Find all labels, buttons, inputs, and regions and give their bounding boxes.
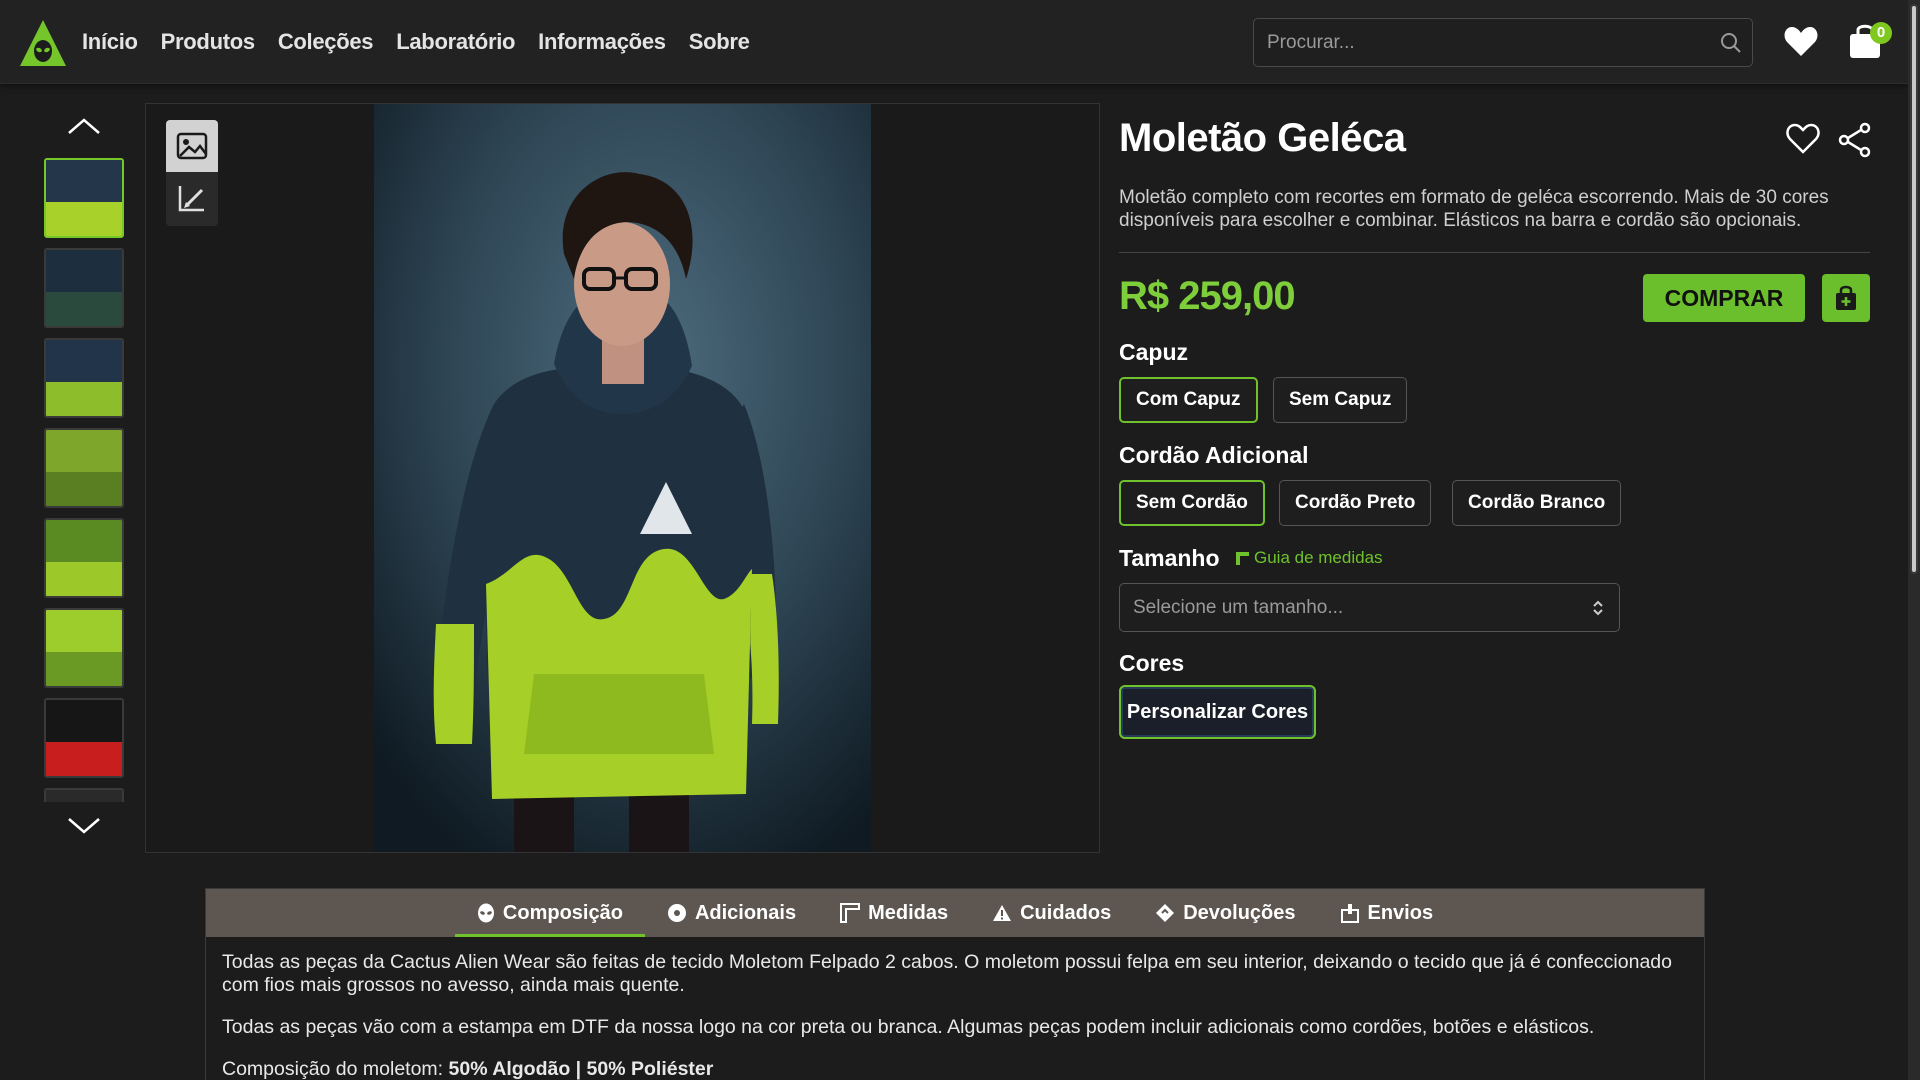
size-select-placeholder: Selecione um tamanho... xyxy=(1133,597,1344,618)
tab-adicionais-label: Adicionais xyxy=(694,901,797,924)
design-view-button[interactable] xyxy=(166,172,218,224)
tab-composicao[interactable]: Composição xyxy=(454,889,645,937)
cordao-label: Cordão Adicional xyxy=(1119,442,1309,468)
option-cordao-preto[interactable]: Cordão Preto xyxy=(1279,480,1432,526)
tab-envios[interactable]: Envios xyxy=(1318,889,1456,937)
thumbnail-1[interactable] xyxy=(44,158,124,238)
share-icon[interactable] xyxy=(1838,122,1872,158)
product-title: Moletão Geléca xyxy=(1119,116,1406,160)
search-icon[interactable] xyxy=(1720,32,1742,54)
tab-devolucoes-label: Devoluções xyxy=(1183,901,1296,924)
ruler-icon xyxy=(840,903,861,923)
add-bag-icon xyxy=(1836,285,1856,310)
product-description: Moletão completo com recortes em formato… xyxy=(1119,187,1829,231)
thumbnail-4[interactable] xyxy=(44,428,124,508)
size-select[interactable]: Selecione um tamanho... xyxy=(1119,583,1620,632)
chevron-updown-icon xyxy=(1593,600,1603,616)
option-sem-capuz[interactable]: Sem Capuz xyxy=(1273,377,1408,423)
nav-links: Início Produtos Coleções Laboratório Inf… xyxy=(82,0,750,84)
size-guide-label: Guia de medidas xyxy=(1254,548,1383,567)
ruler-icon xyxy=(1236,551,1249,565)
wishlist-heart-icon[interactable] xyxy=(1783,24,1819,58)
thumbnail-7[interactable] xyxy=(44,698,124,778)
composicao-paragraph-1: Todas as peças da Cactus Alien Wear são … xyxy=(222,951,1672,996)
thumbnail-down-arrow-icon[interactable] xyxy=(66,816,102,836)
composicao-paragraph-3: Composição do moletom: 50% Algodão | 50%… xyxy=(222,1058,1692,1080)
cart-count-badge: 0 xyxy=(1870,22,1892,44)
capuz-label: Capuz xyxy=(1119,339,1188,365)
divider xyxy=(1119,252,1870,253)
nav-link-laboratorio[interactable]: Laboratório xyxy=(396,29,515,55)
return-diamond-icon xyxy=(1156,904,1175,922)
tab-adicionais[interactable]: Adicionais xyxy=(645,889,818,937)
tab-medidas-label: Medidas xyxy=(868,901,949,924)
option-sem-cordao[interactable]: Sem Cordão xyxy=(1119,480,1265,526)
tab-composicao-label: Composição xyxy=(502,901,623,924)
tab-envios-label: Envios xyxy=(1367,901,1434,924)
buy-button[interactable]: COMPRAR xyxy=(1643,274,1805,322)
composicao-label: Composição do moletom: xyxy=(222,1058,449,1080)
composicao-content: Todas as peças da Cactus Alien Wear são … xyxy=(222,951,1692,1080)
product-price: R$ 259,00 xyxy=(1119,274,1296,318)
alien-logo-icon[interactable] xyxy=(18,18,68,68)
view-mode-toolbar xyxy=(166,120,218,226)
thumbnail-list xyxy=(44,158,124,802)
product-photo[interactable] xyxy=(374,104,871,852)
product-image-viewer xyxy=(145,103,1100,853)
photo-view-button[interactable] xyxy=(166,120,218,172)
tab-cuidados-label: Cuidados xyxy=(1020,901,1112,924)
edit-pencil-icon xyxy=(178,186,204,212)
tamanho-label: Tamanho xyxy=(1119,545,1220,571)
nav-link-colecoes[interactable]: Coleções xyxy=(278,29,374,55)
page-scrollbar[interactable] xyxy=(1908,0,1920,1080)
package-icon xyxy=(1340,904,1359,923)
tab-cuidados[interactable]: Cuidados xyxy=(970,889,1133,937)
scrollbar-thumb[interactable] xyxy=(1910,4,1918,574)
thumbnail-5[interactable] xyxy=(44,518,124,598)
search-input[interactable] xyxy=(1254,19,1694,66)
tab-medidas[interactable]: Medidas xyxy=(818,889,970,937)
warning-icon xyxy=(993,905,1012,921)
option-com-capuz[interactable]: Com Capuz xyxy=(1119,377,1258,423)
thumbnail-up-arrow-icon[interactable] xyxy=(66,116,102,136)
customize-colors-button[interactable]: Personalizar Cores xyxy=(1119,685,1316,739)
favorite-heart-icon[interactable] xyxy=(1786,122,1820,156)
nav-link-produtos[interactable]: Produtos xyxy=(161,29,255,55)
cog-icon xyxy=(667,904,686,922)
tab-devolucoes[interactable]: Devoluções xyxy=(1133,889,1317,937)
nav-link-inicio[interactable]: Início xyxy=(82,29,138,55)
alien-head-icon xyxy=(477,903,494,923)
cores-label: Cores xyxy=(1119,650,1185,676)
add-to-cart-button[interactable] xyxy=(1822,274,1870,322)
nav-link-sobre[interactable]: Sobre xyxy=(689,29,750,55)
thumbnail-8[interactable] xyxy=(44,788,124,802)
composicao-paragraph-2: Todas as peças vão com a estampa em DTF … xyxy=(222,1016,1595,1038)
nav-link-informacoes[interactable]: Informações xyxy=(538,29,666,55)
info-tabs: Composição Adicionais Medidas Cuidados D… xyxy=(206,889,1704,937)
product-info-panel: Composição Adicionais Medidas Cuidados D… xyxy=(205,888,1705,1080)
option-cordao-branco[interactable]: Cordão Branco xyxy=(1452,480,1622,526)
thumbnail-2[interactable] xyxy=(44,248,124,328)
search-box xyxy=(1253,18,1753,67)
top-navbar: Início Produtos Coleções Laboratório Inf… xyxy=(0,0,1908,84)
thumbnail-6[interactable] xyxy=(44,608,124,688)
thumbnail-3[interactable] xyxy=(44,338,124,418)
size-guide-link[interactable]: Guia de medidas xyxy=(1235,548,1383,568)
image-icon xyxy=(176,132,208,160)
composicao-value: 50% Algodão | 50% Poliéster xyxy=(448,1058,714,1080)
